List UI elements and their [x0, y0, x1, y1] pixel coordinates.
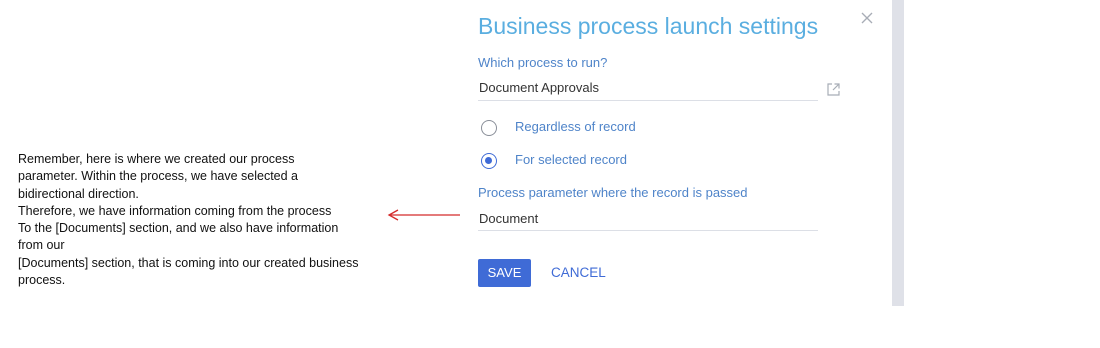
parameter-label: Process parameter where the record is pa… — [478, 185, 748, 200]
annotation-line: process. — [18, 273, 66, 288]
parameter-field-underline — [478, 230, 818, 231]
annotation-line: [Documents] section, that is coming into… — [18, 255, 359, 270]
annotation-line: parameter. Within the process, we have s… — [18, 169, 299, 184]
close-icon[interactable] — [860, 11, 874, 25]
save-button[interactable]: SAVE — [478, 259, 531, 287]
annotation-line: Therefore, we have information coming fr… — [18, 203, 332, 218]
process-field[interactable]: Document Approvals — [479, 80, 599, 95]
parameter-field[interactable]: Document — [479, 211, 538, 226]
annotation-text: Remember, here is where we created our p… — [18, 151, 388, 289]
radio-label: Regardless of record — [515, 119, 636, 134]
radio-label: For selected record — [515, 152, 627, 167]
process-label: Which process to run? — [478, 55, 608, 70]
annotation-line: Remember, here is where we created our p… — [18, 152, 295, 166]
annotation-line: from our — [18, 238, 65, 253]
annotation-line: bidirectional direction. — [18, 186, 139, 201]
radio-button-checked[interactable] — [481, 153, 497, 169]
dialog-side-border — [892, 0, 904, 306]
cancel-button[interactable]: CANCEL — [551, 259, 606, 287]
radio-button-unchecked[interactable] — [481, 120, 497, 136]
dialog-title: Business process launch settings — [478, 13, 819, 39]
annotation-line: To the [Documents] section, and we also … — [18, 221, 339, 236]
open-in-new-icon[interactable] — [826, 82, 841, 97]
process-field-underline — [478, 100, 818, 101]
